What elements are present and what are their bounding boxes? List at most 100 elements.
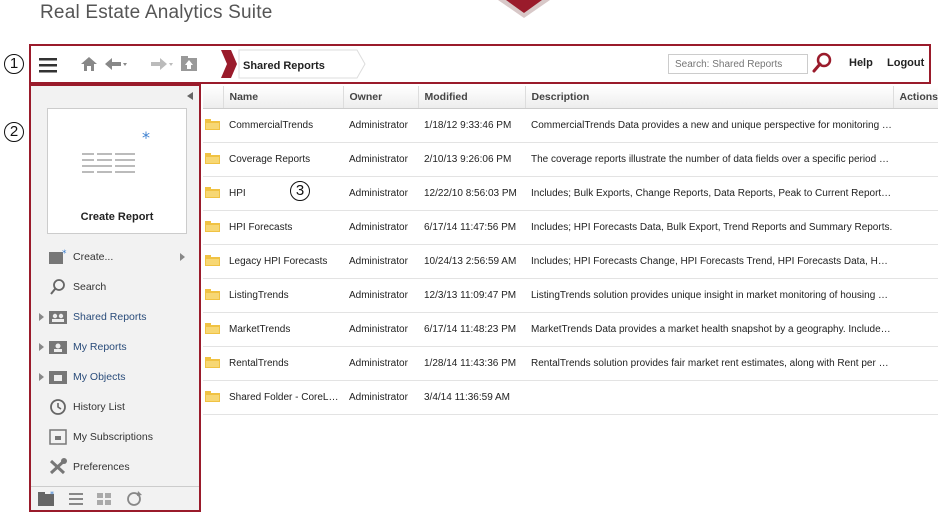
subscriptions-icon bbox=[49, 429, 67, 445]
cell-actions[interactable] bbox=[893, 142, 938, 177]
sidebar-item-label: My Subscriptions bbox=[73, 431, 153, 443]
list-view-icon[interactable] bbox=[65, 489, 87, 509]
cell-actions[interactable] bbox=[893, 244, 938, 279]
refresh-icon[interactable] bbox=[123, 489, 145, 509]
row-icon-cell bbox=[203, 244, 223, 279]
table-row[interactable]: ListingTrends Administrator 12/3/13 11:09:… bbox=[203, 278, 938, 313]
folder-icon bbox=[205, 221, 220, 233]
table-header-row: Name Owner Modified Description Actions bbox=[203, 86, 938, 109]
callout-3: 3 bbox=[290, 181, 310, 201]
collapse-sidebar-icon[interactable] bbox=[187, 92, 193, 100]
breadcrumb-item-shared-reports[interactable]: Shared Reports bbox=[243, 60, 325, 72]
cell-description bbox=[525, 380, 893, 415]
cell-description: Includes; Bulk Exports, Change Reports, … bbox=[525, 176, 893, 211]
table-row[interactable]: Shared Folder - CoreLogic Administrator 3/… bbox=[203, 380, 938, 415]
sidebar-item-preferences[interactable]: Preferences bbox=[31, 452, 199, 482]
sidebar-item-label: Preferences bbox=[73, 461, 130, 473]
row-icon-cell bbox=[203, 176, 223, 211]
my-objects-icon bbox=[49, 371, 67, 384]
logout-link[interactable]: Logout bbox=[887, 57, 924, 69]
cell-name[interactable]: HPI bbox=[223, 176, 343, 211]
cell-owner: Administrator bbox=[343, 108, 418, 143]
cell-actions[interactable] bbox=[893, 380, 938, 415]
expand-arrow-icon[interactable] bbox=[39, 313, 44, 321]
help-link[interactable]: Help bbox=[849, 57, 873, 69]
cell-modified: 1/18/12 9:33:46 PM bbox=[418, 108, 525, 143]
cell-name[interactable]: HPI Forecasts bbox=[223, 210, 343, 245]
sidebar-item-label: My Objects bbox=[73, 371, 126, 383]
cell-name[interactable]: CommercialTrends bbox=[223, 108, 343, 143]
sidebar-item-my-subscriptions[interactable]: My Subscriptions bbox=[31, 422, 199, 452]
cell-name[interactable]: RentalTrends bbox=[223, 346, 343, 381]
column-header-owner[interactable]: Owner bbox=[343, 86, 419, 109]
cell-name[interactable]: Legacy HPI Forecasts bbox=[223, 244, 343, 279]
cell-modified: 10/24/13 2:56:59 AM bbox=[418, 244, 525, 279]
cell-name[interactable]: Coverage Reports bbox=[223, 142, 343, 177]
cell-name[interactable]: Shared Folder - CoreLogic bbox=[223, 380, 343, 415]
table-row[interactable]: CommercialTrends Administrator 1/18/12 9:3… bbox=[203, 108, 938, 143]
sidebar-item-create[interactable]: * Create... bbox=[31, 242, 199, 272]
sidebar-item-search[interactable]: Search bbox=[31, 272, 199, 302]
cell-description: Includes; HPI Forecasts Change, HPI Fore… bbox=[525, 244, 893, 279]
cell-actions[interactable] bbox=[893, 312, 938, 347]
back-arrow-icon[interactable] bbox=[105, 58, 127, 70]
cell-modified: 12/22/10 8:56:03 PM bbox=[418, 176, 525, 211]
sidebar-item-label: History List bbox=[73, 401, 125, 413]
cell-actions[interactable] bbox=[893, 346, 938, 381]
cell-owner: Administrator bbox=[343, 278, 418, 313]
grid-view-icon[interactable] bbox=[93, 489, 115, 509]
column-header-modified[interactable]: Modified bbox=[418, 86, 526, 109]
sidebar-item-shared-reports[interactable]: Shared Reports bbox=[31, 302, 199, 332]
up-folder-icon[interactable] bbox=[181, 56, 197, 71]
expand-arrow-icon[interactable] bbox=[39, 373, 44, 381]
cell-name[interactable]: MarketTrends bbox=[223, 312, 343, 347]
column-header-description[interactable]: Description bbox=[525, 86, 894, 109]
cell-description: ListingTrends solution provides unique i… bbox=[525, 278, 893, 313]
create-report-card[interactable]: * Create Report bbox=[47, 108, 187, 234]
table-row[interactable]: Coverage Reports Administrator 2/10/13 9:2… bbox=[203, 142, 938, 177]
sidebar-item-label: Create... bbox=[73, 251, 114, 263]
cell-modified: 1/28/14 11:43:36 PM bbox=[418, 346, 525, 381]
sidebar-item-my-objects[interactable]: My Objects bbox=[31, 362, 199, 392]
brand-logo-icon bbox=[498, 0, 550, 18]
sidebar-item-my-reports[interactable]: My Reports bbox=[31, 332, 199, 362]
expand-arrow-icon[interactable] bbox=[39, 343, 44, 351]
search-icon bbox=[50, 279, 65, 295]
table-row[interactable]: HPI Administrator 12/22/10 8:56:03 PM Inclu… bbox=[203, 176, 938, 211]
cell-owner: Administrator bbox=[343, 176, 418, 211]
cell-actions[interactable] bbox=[893, 108, 938, 143]
cell-modified: 3/4/14 11:36:59 AM bbox=[418, 380, 525, 415]
create-report-label: Create Report bbox=[80, 211, 154, 223]
cell-owner: Administrator bbox=[343, 210, 418, 245]
forward-arrow-icon[interactable] bbox=[151, 58, 173, 70]
cell-modified: 12/3/13 11:09:47 PM bbox=[418, 278, 525, 313]
home-icon[interactable] bbox=[81, 57, 97, 71]
search-input[interactable] bbox=[668, 54, 808, 74]
cell-actions[interactable] bbox=[893, 210, 938, 245]
table-row[interactable]: Legacy HPI Forecasts Administrator 10/24/1… bbox=[203, 244, 938, 279]
cell-name[interactable]: ListingTrends bbox=[223, 278, 343, 313]
shared-reports-icon bbox=[49, 311, 67, 324]
cell-description: Includes; HPI Forecasts Data, Bulk Expor… bbox=[525, 210, 893, 245]
callout-2: 2 bbox=[4, 122, 24, 142]
folder-view-icon[interactable]: * bbox=[35, 489, 57, 509]
cell-description: CommercialTrends Data provides a new and… bbox=[525, 108, 893, 143]
row-icon-cell bbox=[203, 108, 223, 143]
cell-actions[interactable] bbox=[893, 278, 938, 313]
column-header-actions[interactable]: Actions bbox=[893, 86, 938, 109]
sidebar: * Create Report * Create... Search Share… bbox=[29, 84, 201, 512]
row-icon-cell bbox=[203, 210, 223, 245]
my-reports-icon bbox=[49, 341, 67, 354]
column-header-name[interactable]: Name bbox=[223, 86, 344, 109]
row-icon-cell bbox=[203, 312, 223, 347]
row-icon-cell bbox=[203, 278, 223, 313]
cell-actions[interactable] bbox=[893, 176, 938, 211]
cell-modified: 6/17/14 11:48:23 PM bbox=[418, 312, 525, 347]
table-row[interactable]: HPI Forecasts Administrator 6/17/14 11:47:… bbox=[203, 210, 938, 245]
table-row[interactable]: MarketTrends Administrator 6/17/14 11:48:2… bbox=[203, 312, 938, 347]
folder-icon bbox=[205, 323, 220, 335]
sidebar-item-history-list[interactable]: History List bbox=[31, 392, 199, 422]
hamburger-menu-icon[interactable] bbox=[39, 57, 57, 73]
table-row[interactable]: RentalTrends Administrator 1/28/14 11:43:3… bbox=[203, 346, 938, 381]
search-icon[interactable] bbox=[811, 52, 833, 74]
